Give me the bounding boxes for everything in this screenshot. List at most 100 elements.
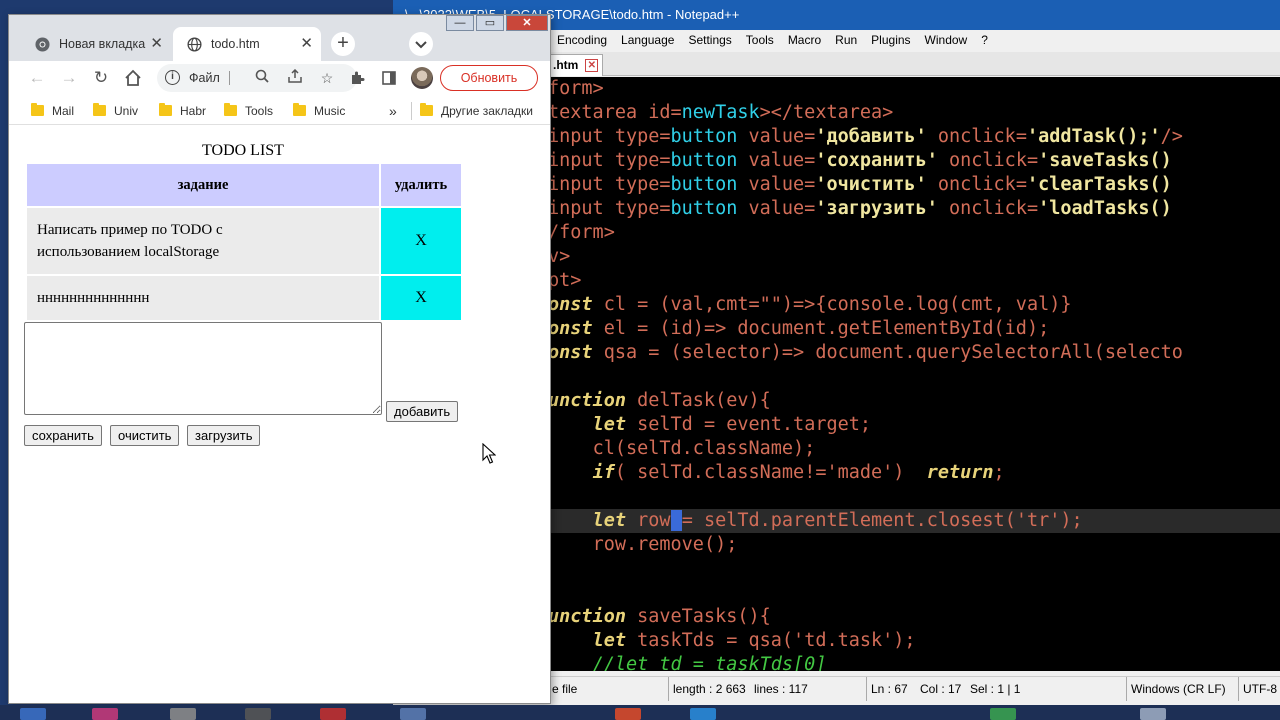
code-token: button	[670, 126, 738, 147]
load-button[interactable]: загрузить	[187, 425, 261, 446]
code-line: input type=button value='загрузить' oncl…	[548, 197, 1172, 221]
home-icon[interactable]	[121, 66, 145, 90]
tab-new-tab[interactable]: Новая вкладка ✕	[21, 27, 171, 61]
code-token: onst	[548, 342, 593, 363]
code-token: ;	[993, 462, 1005, 483]
taskbar-app-icon[interactable]	[170, 708, 196, 720]
taskbar-app-icon[interactable]	[615, 708, 641, 720]
status-col: Col : 17	[920, 682, 962, 696]
code-token: 'addTask();'	[1026, 126, 1161, 147]
forward-arrow-icon[interactable]: →	[57, 66, 81, 90]
status-file-type: e file	[552, 682, 578, 696]
bookmark-other[interactable]: Другие закладки	[411, 102, 533, 120]
code-token: 'сохранить'	[815, 150, 938, 171]
notepad-tab-label: .htm	[553, 58, 579, 72]
notepad-menu-item[interactable]: Macro	[781, 30, 828, 50]
tab-todo[interactable]: todo.htm ✕	[173, 27, 321, 61]
notepad-menu-item[interactable]: Language	[614, 30, 681, 50]
avatar[interactable]	[411, 67, 433, 89]
status-encoding: UTF-8	[1238, 677, 1277, 701]
close-icon[interactable]: ✕	[150, 27, 163, 61]
reload-icon[interactable]: ↻	[89, 66, 113, 90]
taskbar-app-icon[interactable]	[320, 708, 346, 720]
code-token: newTask	[681, 102, 760, 123]
taskbar-app-icon[interactable]	[92, 708, 118, 720]
minimize-button[interactable]: —	[446, 15, 474, 31]
column-header-task: задание	[27, 164, 379, 206]
status-sel: Sel : 1 | 1	[970, 682, 1021, 696]
notepad-menu-item[interactable]: Run	[828, 30, 864, 50]
plus-icon[interactable]: +	[331, 32, 355, 56]
delete-cell[interactable]: X	[381, 276, 461, 320]
code-token: let	[592, 414, 626, 435]
code-token: unction	[548, 390, 626, 411]
code-token: 'loadTasks()	[1038, 198, 1172, 219]
info-icon[interactable]: i	[165, 70, 180, 85]
task-text-line: нннннннннннннн	[37, 290, 150, 306]
notepad-menu-item[interactable]: Tools	[739, 30, 781, 50]
code-token: onst	[548, 294, 593, 315]
close-icon[interactable]: ✕	[300, 27, 313, 61]
save-button[interactable]: сохранить	[24, 425, 102, 446]
notepad-menu-item[interactable]: Settings	[681, 30, 738, 50]
notepad-menu-item[interactable]: ?	[974, 30, 995, 50]
browser-toolbar: ← → ↻ i Файл ☆ Обновить	[9, 61, 550, 95]
code-token: value=	[737, 198, 816, 219]
chrome-icon	[35, 37, 50, 52]
code-token: onclick=	[926, 174, 1027, 195]
share-icon[interactable]	[285, 68, 305, 87]
taskbar-app-icon[interactable]	[400, 708, 426, 720]
code-token: return	[926, 462, 994, 483]
bookmark-tools[interactable]: Tools	[224, 102, 273, 120]
extensions-puzzle-icon[interactable]	[345, 66, 369, 90]
bookmarks-overflow-button[interactable]: »	[389, 102, 397, 120]
new-task-textarea[interactable]	[24, 322, 382, 415]
address-bar[interactable]: i Файл ☆	[157, 64, 357, 92]
code-line: onst el = (id)=> document.getElementById…	[548, 317, 1049, 341]
clear-button[interactable]: очистить	[110, 425, 180, 446]
taskbar-app-icon[interactable]	[990, 708, 1016, 720]
folder-icon	[93, 103, 106, 116]
code-line: onst qsa = (selector)=> document.querySe…	[548, 341, 1183, 365]
taskbar-app-icon[interactable]	[245, 708, 271, 720]
code-line: unction saveTasks(){	[548, 605, 771, 629]
code-token: input type=	[548, 174, 671, 195]
taskbar-app-icon[interactable]	[1140, 708, 1166, 720]
table-row: нннннннннннннн X	[27, 276, 461, 320]
zoom-icon[interactable]	[252, 69, 272, 87]
add-button[interactable]: добавить	[386, 401, 459, 422]
bookmark-mail[interactable]: Mail	[31, 102, 74, 120]
taskbar-app-icon[interactable]	[20, 708, 46, 720]
bookmark-music[interactable]: Music	[293, 102, 345, 120]
task-text-line: Написать пример по TODO с	[37, 222, 223, 238]
code-token: textarea id=	[548, 102, 682, 123]
update-button[interactable]: Обновить	[440, 65, 538, 91]
notepad-menu-item[interactable]: Plugins	[864, 30, 917, 50]
notepad-tab-todo[interactable]: .htm ✕	[548, 54, 604, 76]
tab-search-button[interactable]	[409, 32, 433, 56]
window-controls: — ▭ ✕	[442, 15, 550, 33]
side-panel-icon[interactable]	[377, 66, 401, 90]
taskbar-app-icon[interactable]	[690, 708, 716, 720]
code-line: cl(selTd.className);	[548, 437, 816, 461]
close-icon[interactable]: ✕	[585, 59, 599, 72]
task-cell: Написать пример по TODO с использованием…	[27, 208, 379, 274]
back-arrow-icon[interactable]: ←	[25, 66, 49, 90]
maximize-button[interactable]: ▭	[476, 15, 504, 31]
code-line: input type=button value='сохранить' oncl…	[548, 149, 1172, 173]
star-icon[interactable]: ☆	[317, 69, 337, 87]
notepad-menu-item[interactable]: Window	[918, 30, 975, 50]
code-line: unction delTask(ev){	[548, 389, 771, 413]
code-token: onclick=	[937, 150, 1039, 171]
chrome-window: Новая вкладка ✕ todo.htm ✕ + — ▭ ✕ ← → ↻	[8, 14, 551, 704]
bookmark-habr[interactable]: Habr	[159, 102, 206, 120]
bookmark-univ[interactable]: Univ	[93, 102, 138, 120]
notepad-menu-item[interactable]: Encoding	[550, 30, 614, 50]
code-token: input type=	[548, 126, 671, 147]
taskbar	[0, 705, 1280, 720]
code-editor[interactable]: form> textarea id=newTask></textarea> inpu…	[548, 77, 1280, 671]
code-line: textarea id=newTask></textarea>	[548, 101, 893, 125]
close-window-button[interactable]: ✕	[506, 15, 548, 31]
delete-cell[interactable]: X	[381, 208, 461, 274]
code-token: button	[670, 198, 738, 219]
